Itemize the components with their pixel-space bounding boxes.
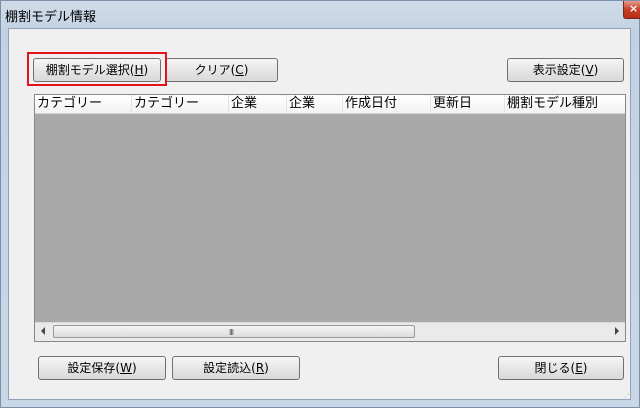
display-settings-accesskey: V (585, 63, 594, 77)
list-body[interactable] (35, 114, 625, 322)
scroll-left-icon[interactable] (41, 327, 45, 335)
select-shelf-model-paren: ) (143, 63, 149, 77)
display-settings-button[interactable]: 表示設定(V) (507, 58, 624, 82)
list-header: カテゴリー カテゴリー 企業 企業 作成日付 更新日 棚割モデル種別 (35, 95, 625, 114)
clear-paren: ) (243, 63, 249, 77)
column-header-company-1[interactable]: 企業 (229, 95, 287, 113)
resize-grip-icon[interactable]: ⋰ (624, 390, 634, 400)
display-settings-paren: ) (593, 63, 599, 77)
scroll-right-icon[interactable] (615, 327, 619, 335)
select-shelf-model-button[interactable]: 棚割モデル選択(H) (33, 58, 161, 82)
clear-accesskey: C (235, 63, 244, 77)
column-header-company-2[interactable]: 企業 (287, 95, 343, 113)
load-settings-label: 設定読込( (203, 361, 256, 375)
column-header-model-type[interactable]: 棚割モデル種別 (505, 95, 625, 113)
column-header-updated-date[interactable]: 更新日 (431, 95, 505, 113)
load-settings-paren: ) (264, 361, 269, 375)
column-header-category-1[interactable]: カテゴリー (35, 95, 132, 113)
close-paren: ) (582, 361, 588, 375)
select-shelf-model-accesskey: H (134, 63, 144, 77)
horizontal-scrollbar[interactable]: III (35, 322, 625, 341)
shelf-model-list[interactable]: カテゴリー カテゴリー 企業 企業 作成日付 更新日 棚割モデル種別 III (34, 94, 626, 342)
scrollbar-thumb[interactable]: III (53, 325, 415, 338)
load-settings-button[interactable]: 設定読込(R) (172, 356, 300, 380)
column-header-category-2[interactable]: カテゴリー (132, 95, 229, 113)
save-settings-label: 設定保存( (67, 361, 121, 375)
save-settings-button[interactable]: 設定保存(W) (38, 356, 166, 380)
load-settings-accesskey: R (255, 361, 265, 375)
clear-button[interactable]: クリア(C) (165, 58, 278, 82)
close-label: 閉じる( (534, 361, 576, 375)
save-settings-accesskey: W (120, 361, 132, 375)
display-settings-label: 表示設定( (532, 63, 586, 77)
scrollbar-grip-icon: III (229, 328, 234, 337)
select-shelf-model-label: 棚割モデル選択( (45, 63, 135, 77)
column-header-created-date[interactable]: 作成日付 (343, 95, 431, 113)
close-accesskey: E (575, 361, 583, 375)
clear-label: クリア( (194, 63, 236, 77)
title-bar[interactable]: 棚割モデル情報 × (1, 1, 640, 29)
close-button[interactable]: 閉じる(E) (498, 356, 624, 380)
close-icon: × (629, 2, 639, 15)
close-window-button[interactable]: × (623, 1, 640, 19)
window-title: 棚割モデル情報 (5, 10, 97, 25)
save-settings-paren: ) (131, 361, 137, 375)
